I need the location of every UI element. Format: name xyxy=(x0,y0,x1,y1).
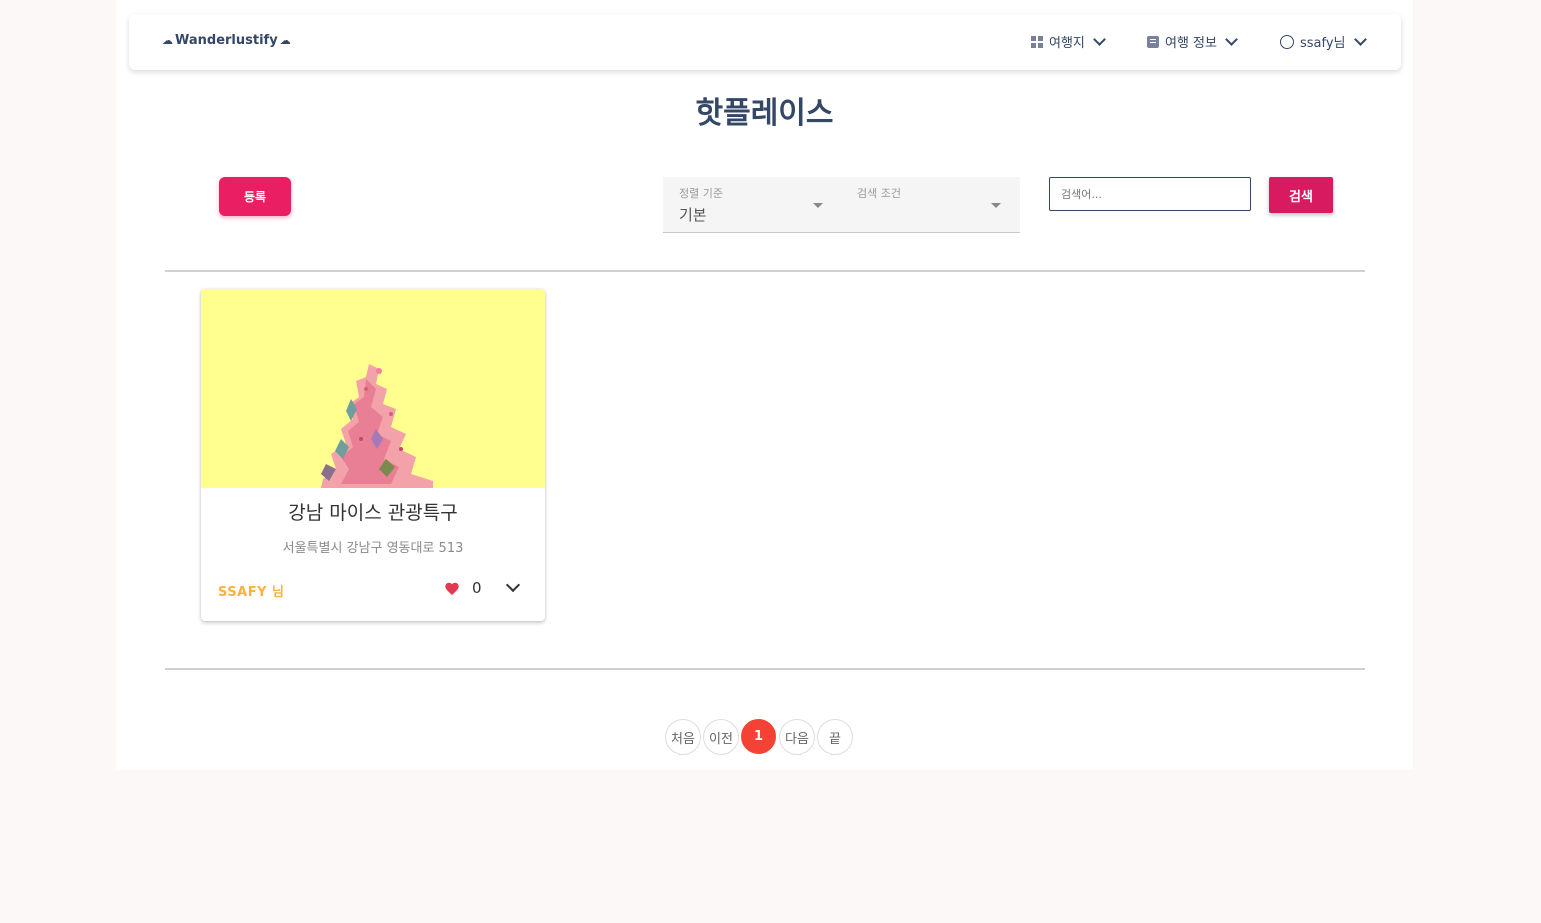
nav-item-label: ssafy님 xyxy=(1300,36,1346,51)
sort-select-value: 기본 xyxy=(679,206,707,224)
pagination-last[interactable]: 끝 xyxy=(817,719,853,755)
cloud-icon: ☁ xyxy=(162,34,173,47)
nav-item-destinations[interactable]: 여행지 xyxy=(1031,32,1106,51)
pagination-prev[interactable]: 이전 xyxy=(703,719,739,755)
place-card-title: 강남 마이스 관광특구 xyxy=(288,502,458,524)
search-button[interactable]: 검색 xyxy=(1269,177,1333,213)
caret-down-icon xyxy=(813,203,823,208)
place-card-image xyxy=(201,289,545,488)
article-icon xyxy=(1147,35,1159,48)
heart-icon[interactable] xyxy=(444,581,460,597)
nav-item-travel-info[interactable]: 여행 정보 xyxy=(1147,32,1238,51)
page-container: ☁ Wanderlustify ☁ 여행지 여행 정보 ssafy님 핫플레이스… xyxy=(116,0,1413,770)
like-count: 0 xyxy=(472,579,482,597)
place-card-author: SSAFY 님 xyxy=(218,585,285,600)
nav-item-user-menu[interactable]: ssafy님 xyxy=(1280,32,1367,51)
divider-top xyxy=(165,270,1365,272)
dashboard-icon xyxy=(1031,35,1043,48)
brand-logo[interactable]: ☁ Wanderlustify ☁ xyxy=(162,33,291,48)
pagination-next[interactable]: 다음 xyxy=(779,719,815,755)
pagination-page-current[interactable]: 1 xyxy=(741,719,776,754)
divider-bottom xyxy=(165,668,1365,670)
nav-item-label: 여행 정보 xyxy=(1165,36,1217,51)
register-button[interactable]: 등록 xyxy=(219,177,291,216)
place-card-address: 서울특별시 강남구 영동대로 513 xyxy=(282,541,464,556)
place-card[interactable]: 강남 마이스 관광특구 서울특별시 강남구 영동대로 513 SSAFY 님 0 xyxy=(201,289,545,621)
chevron-down-icon xyxy=(1353,33,1367,46)
condition-select[interactable]: 검색 조건 xyxy=(841,177,1020,233)
caret-down-icon xyxy=(991,203,1001,208)
cloud-icon: ☁ xyxy=(279,34,291,47)
chevron-down-icon[interactable] xyxy=(505,577,521,593)
page-title: 핫플레이스 xyxy=(695,96,834,131)
nav-item-label: 여행지 xyxy=(1049,36,1085,51)
sort-select[interactable]: 정렬 기준 기본 xyxy=(663,177,841,233)
search-input[interactable] xyxy=(1049,177,1251,211)
pagination-first[interactable]: 처음 xyxy=(665,719,701,755)
condition-select-label: 검색 조건 xyxy=(857,187,901,200)
face-icon xyxy=(1280,34,1294,49)
chevron-down-icon xyxy=(1225,33,1238,46)
chevron-down-icon xyxy=(1093,33,1106,46)
navbar: ☁ Wanderlustify ☁ 여행지 여행 정보 ssafy님 xyxy=(129,14,1401,70)
brand-name: Wanderlustify xyxy=(175,33,278,48)
sort-select-label: 정렬 기준 xyxy=(679,187,723,200)
